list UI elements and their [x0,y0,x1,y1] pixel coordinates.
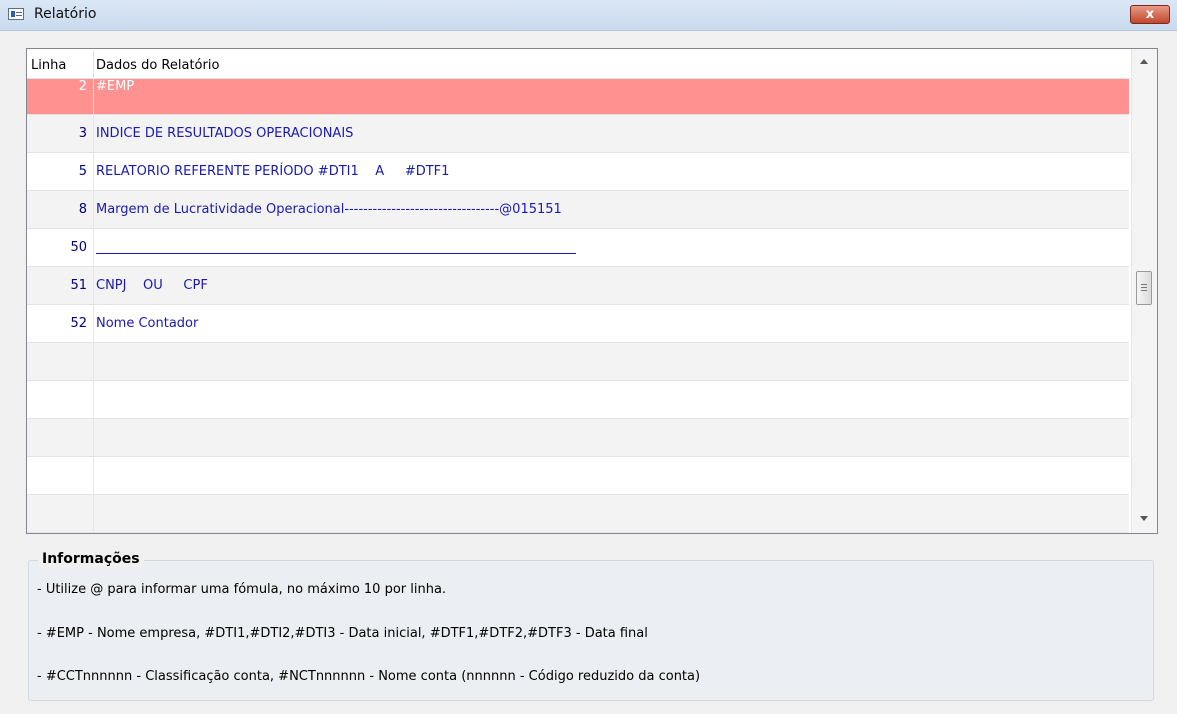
close-button[interactable]: x [1130,5,1170,24]
row-line-number: 2 [78,79,87,94]
cell-separator [93,457,94,494]
row-line-number: 51 [70,278,87,293]
row-line-number [27,419,87,456]
cell-separator [93,153,94,190]
window-title: Relatório [34,6,97,22]
info-line: - #CCTnnnnnn - Classificação conta, #NCT… [37,669,701,684]
underline-separator [96,253,576,254]
row-data[interactable]: Nome Contador [96,305,198,342]
cell-separator [93,115,94,152]
row-line-number: 50 [70,240,87,255]
cell-separator [93,419,94,456]
row-line-number [27,343,87,380]
cell-separator [93,267,94,304]
cell-separator [93,381,94,418]
row-line-number: 52 [70,316,87,331]
table-row[interactable] [27,381,1129,419]
info-line: - Utilize @ para informar uma fómula, no… [37,582,447,597]
report-grid[interactable]: Linha Dados do Relatório 2 #EMP 3 INDICE… [26,48,1158,534]
cell-separator [93,495,94,532]
row-data[interactable]: #EMP [96,79,134,114]
row-data[interactable]: RELATORIO REFERENTE PERÍODO #DTI1 A #DTF… [96,153,449,190]
table-row[interactable]: 2 #EMP [27,79,1129,115]
row-line-number [27,495,87,532]
info-title: Informações [38,551,144,567]
table-row[interactable] [27,495,1129,533]
column-divider [93,51,94,77]
table-row[interactable]: 3 INDICE DE RESULTADOS OPERACIONAIS [27,115,1129,153]
table-row[interactable] [27,343,1129,381]
table-row[interactable]: 52 Nome Contador [27,305,1129,343]
row-line-number: 3 [78,126,87,141]
info-line: - #EMP - Nome empresa, #DTI1,#DTI2,#DTI3… [37,626,648,641]
table-row[interactable]: 5 RELATORIO REFERENTE PERÍODO #DTI1 A #D… [27,153,1129,191]
cell-separator [93,305,94,342]
table-row[interactable] [27,419,1129,457]
row-line-number [27,457,87,494]
column-header-linha[interactable]: Linha [31,58,66,73]
row-line-number: 5 [78,164,87,179]
row-data[interactable]: INDICE DE RESULTADOS OPERACIONAIS [96,115,353,152]
scroll-down-arrow-icon[interactable] [1140,516,1148,521]
table-row[interactable] [27,457,1129,495]
cell-separator [93,229,94,266]
scroll-thumb[interactable] [1136,271,1152,305]
row-line-number [27,381,87,418]
scroll-up-arrow-icon[interactable] [1140,59,1148,64]
table-row[interactable]: 8 Margem de Lucratividade Operacional---… [27,191,1129,229]
table-row[interactable]: 51 CNPJ OU CPF [27,267,1129,305]
app-window-icon [8,8,24,20]
column-header-dados[interactable]: Dados do Relatório [96,58,219,73]
vertical-scrollbar[interactable] [1131,49,1157,533]
row-data[interactable]: CNPJ OU CPF [96,267,208,304]
cell-separator [93,191,94,228]
grid-header: Linha Dados do Relatório [27,49,1131,79]
row-data[interactable]: Margem de Lucratividade Operacional-----… [96,191,562,228]
title-bar: Relatório x [0,0,1177,31]
cell-separator [93,343,94,380]
table-row[interactable]: 50 [27,229,1129,267]
cell-separator [93,79,94,114]
row-line-number: 8 [78,202,87,217]
